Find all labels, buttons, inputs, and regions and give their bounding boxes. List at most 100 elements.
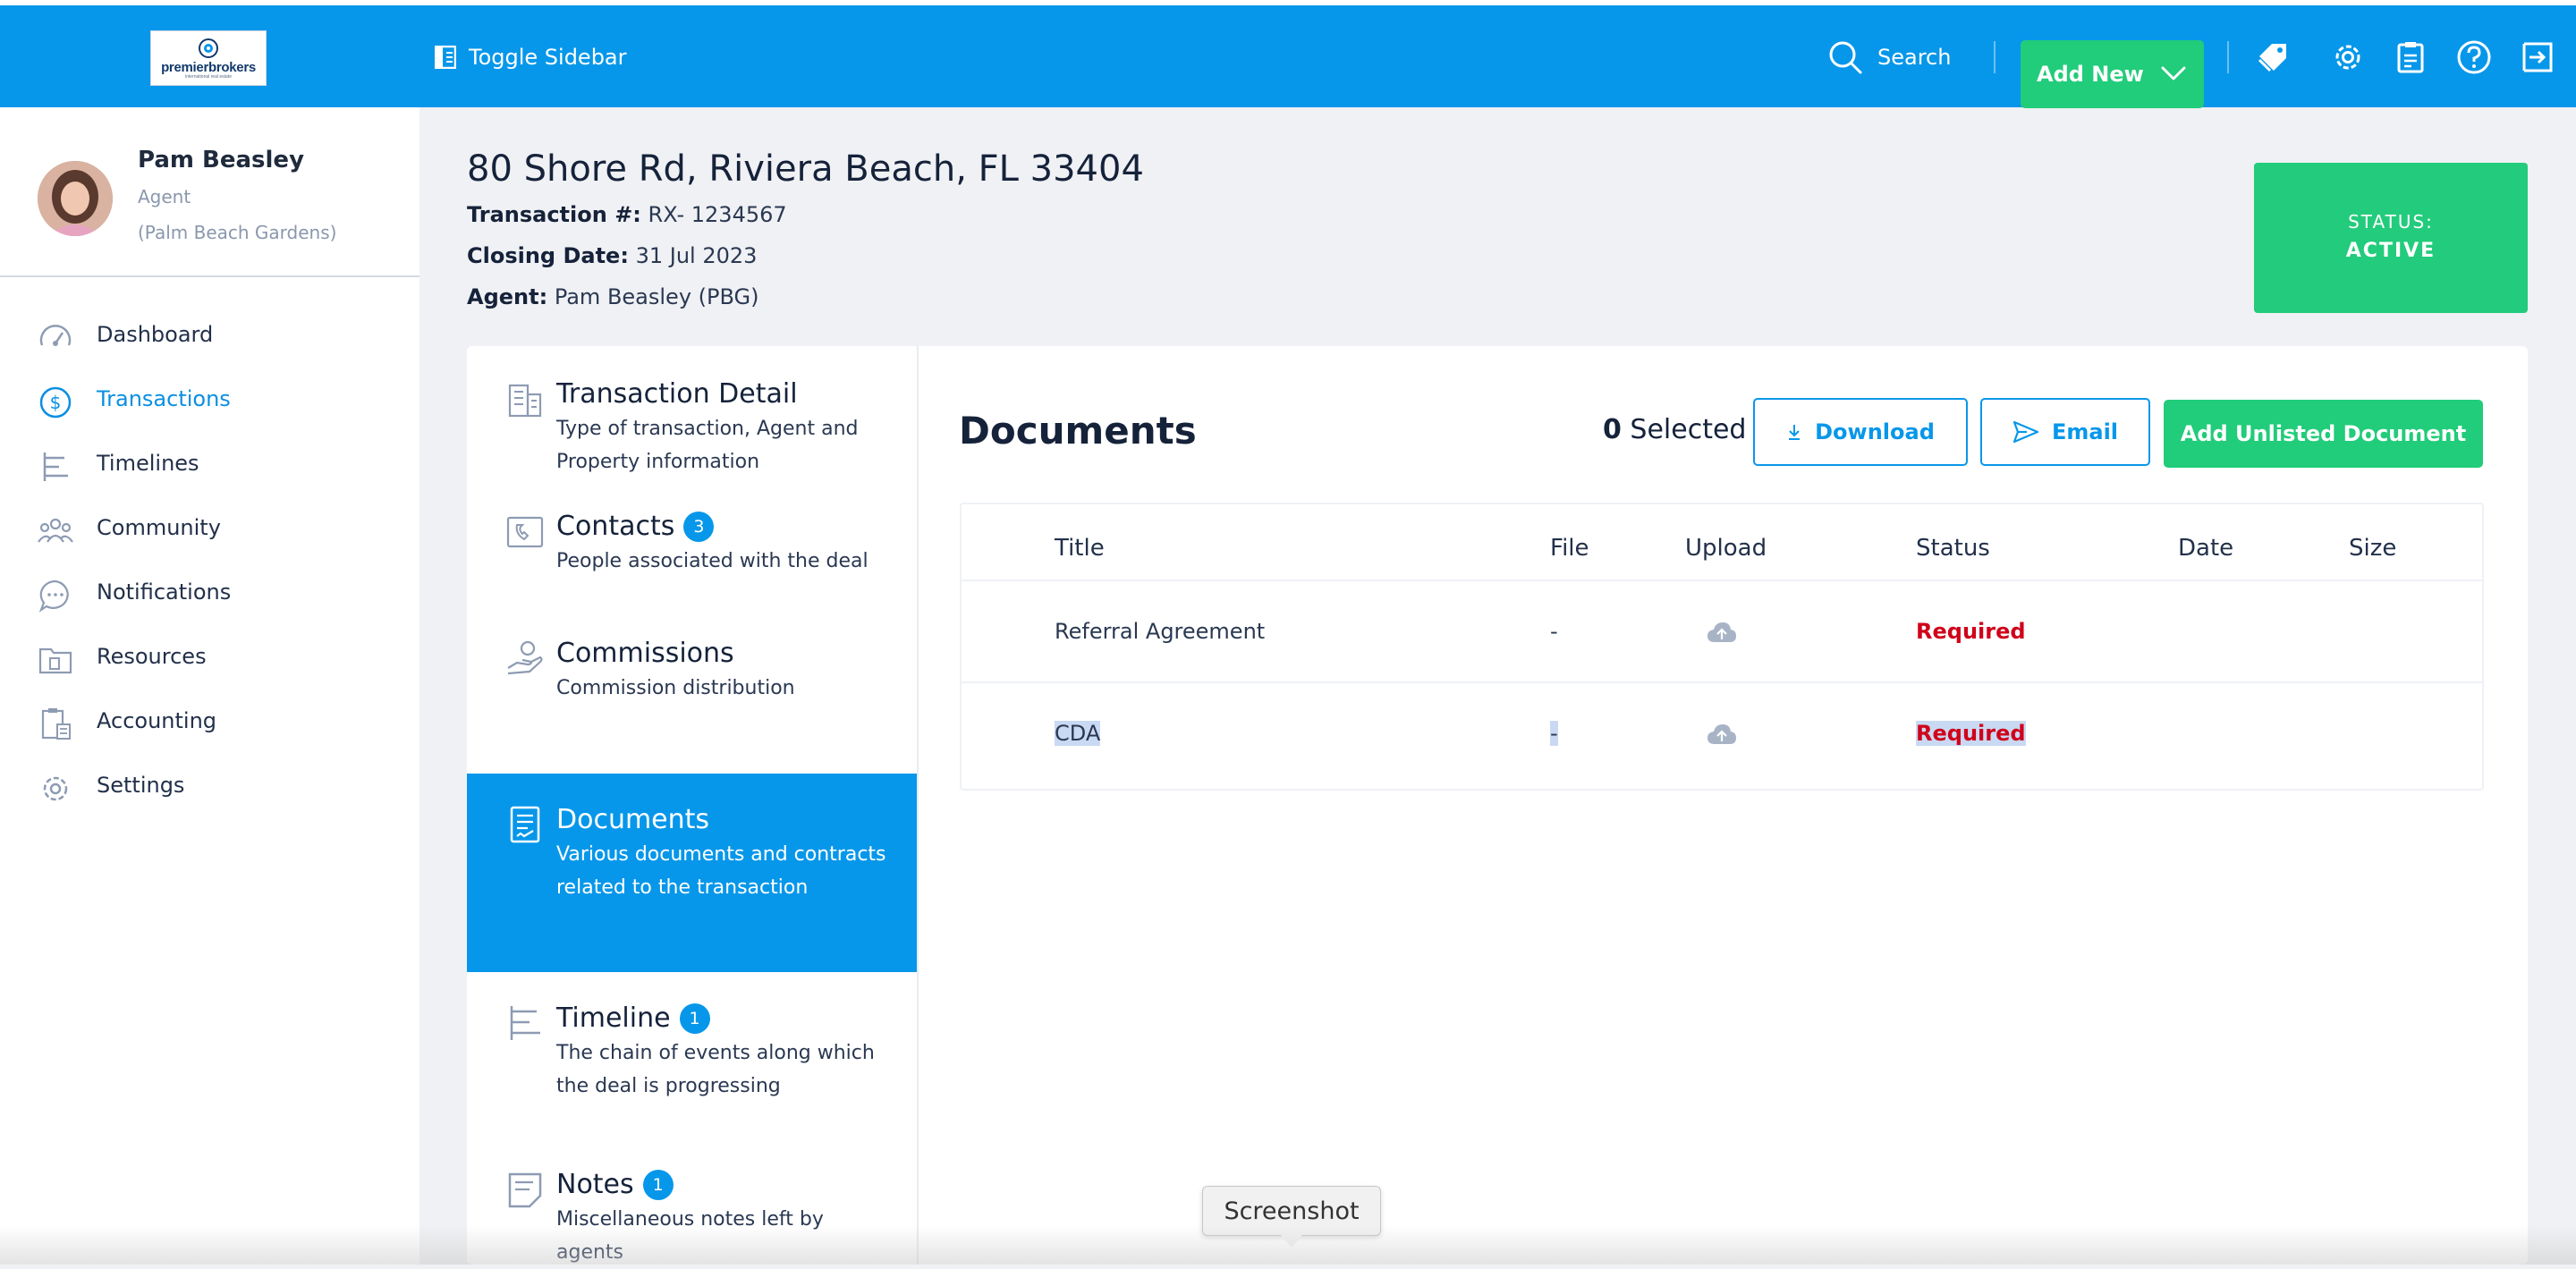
search-icon — [1829, 41, 1862, 74]
screenshot-tooltip: Screenshot — [1202, 1186, 1381, 1236]
user-office: (Palm Beach Gardens) — [138, 222, 337, 243]
table-divider — [962, 580, 2482, 581]
transaction-agent: Agent: Pam Beasley (PBG) — [467, 284, 758, 309]
tab-title-text: Transaction Detail — [556, 378, 798, 410]
tab-description: Type of transaction, Agent and Property … — [556, 418, 859, 473]
gear-icon — [43, 776, 68, 801]
avatar[interactable] — [38, 161, 113, 236]
toggle-sidebar-button[interactable]: Toggle Sidebar — [435, 39, 627, 75]
transaction-panel: Transaction Detail Type of transaction, … — [467, 346, 2528, 1265]
logout-icon[interactable] — [2519, 38, 2556, 76]
sidebar-item-label: Dashboard — [97, 322, 214, 347]
user-card: Pam Beasley Agent (Palm Beach Gardens) — [0, 107, 419, 277]
status-value: ACTIVE — [2345, 240, 2436, 262]
sidebar-item-notifications[interactable]: Notifications — [0, 562, 419, 626]
sidebar-item-label: Timelines — [97, 451, 199, 476]
sidebar-item-community[interactable]: Community — [0, 497, 419, 562]
agent-value: Pam Beasley (PBG) — [554, 284, 759, 309]
dashboard-gauge-icon — [39, 325, 72, 346]
document-file: - — [1550, 619, 1558, 644]
sidebar-item-accounting[interactable]: Accounting — [0, 690, 419, 755]
user-role: Agent — [138, 186, 191, 207]
add-new-dropdown-button[interactable]: Add New — [2021, 40, 2204, 108]
column-header-upload: Upload — [1685, 535, 1767, 562]
selected-count-label: Selected — [1630, 414, 1747, 445]
note-icon — [508, 1172, 542, 1208]
documents-title: Documents — [959, 409, 1197, 453]
sidebar-item-label: Community — [97, 515, 221, 540]
toggle-sidebar-label: Toggle Sidebar — [469, 45, 627, 70]
tab-transaction-detail[interactable]: Transaction Detail Type of transaction, … — [467, 346, 917, 478]
upload-cloud-icon[interactable] — [1707, 723, 1737, 746]
document-title[interactable]: Referral Agreement — [1055, 619, 1265, 644]
sidebar-nav: Dashboard $ Transactions Timelines Commu… — [0, 304, 419, 819]
building-icon — [508, 384, 542, 418]
document-status: Required — [1916, 721, 2026, 746]
sidebar-item-dashboard[interactable]: Dashboard — [0, 304, 419, 368]
avatar-image — [38, 161, 113, 236]
transaction-number-label: Transaction #: — [467, 202, 641, 227]
document-title-text: CDA — [1055, 721, 1101, 746]
count-badge: 1 — [679, 1003, 710, 1034]
agent-label: Agent: — [467, 284, 548, 309]
tab-title: Commissions — [556, 638, 734, 669]
tab-contacts[interactable]: Contacts 3 People associated with the de… — [467, 478, 917, 611]
transaction-tabs: Transaction Detail Type of transaction, … — [467, 346, 919, 1265]
closing-date-label: Closing Date: — [467, 243, 629, 268]
document-status: Required — [1916, 619, 2026, 644]
logo-text: premierbrokers — [161, 59, 256, 75]
search-button[interactable]: Search — [1827, 38, 1951, 77]
toolbar-divider — [2227, 41, 2229, 73]
tab-description: Commission distribution — [556, 677, 795, 699]
timeline-icon — [43, 453, 68, 481]
tab-documents[interactable]: Documents Various documents and contract… — [467, 774, 917, 972]
logo-subtext: international real estate — [185, 73, 232, 80]
tag-icon[interactable] — [2254, 38, 2292, 76]
sidebar-item-transactions[interactable]: $ Transactions — [0, 368, 419, 433]
sidebar-item-label: Notifications — [97, 580, 232, 605]
clipboard-icon[interactable] — [2392, 38, 2429, 76]
chevron-down-icon — [2161, 66, 2186, 80]
dollar-circle-icon: $ — [39, 386, 72, 419]
download-label: Download — [1815, 419, 1935, 444]
documents-table: Title File Upload Status Date Size Refer… — [960, 503, 2484, 791]
sidebar-item-label: Resources — [97, 644, 207, 669]
tab-title: Transaction Detail — [556, 378, 798, 410]
document-status-text: Required — [1916, 721, 2026, 746]
download-icon — [1789, 425, 1801, 440]
add-unlisted-label: Add Unlisted Document — [2180, 421, 2467, 446]
tab-description: Miscellaneous notes left by agents — [556, 1208, 824, 1264]
status-badge: STATUS: ACTIVE — [2254, 163, 2528, 313]
gear-icon[interactable] — [2329, 38, 2367, 76]
tab-notes[interactable]: Notes 1 Miscellaneous notes left by agen… — [467, 1138, 917, 1265]
sidebar-item-label: Accounting — [97, 708, 217, 733]
timeline-icon — [510, 1006, 540, 1040]
tab-commissions[interactable]: Commissions Commission distribution — [467, 611, 917, 743]
email-button[interactable]: Email — [1980, 398, 2150, 466]
sidebar-item-resources[interactable]: Resources — [0, 626, 419, 690]
document-title[interactable]: CDA — [1055, 721, 1101, 746]
tab-description: People associated with the deal — [556, 550, 869, 572]
document-icon — [510, 806, 540, 843]
sidebar-item-settings[interactable]: Settings — [0, 755, 419, 819]
help-icon[interactable] — [2455, 38, 2493, 76]
column-header-date: Date — [2178, 535, 2234, 562]
column-header-title: Title — [1055, 535, 1105, 562]
add-unlisted-document-button[interactable]: Add Unlisted Document — [2164, 400, 2483, 468]
toolbar-divider — [1994, 41, 1996, 73]
tab-timeline[interactable]: Timeline 1 The chain of events along whi… — [467, 972, 917, 1138]
svg-text:$: $ — [50, 392, 62, 413]
tab-title-text: Contacts — [556, 511, 675, 542]
transaction-number-value: RX- 1234567 — [648, 202, 787, 227]
accounting-icon — [41, 708, 71, 740]
tab-title-text: Notes — [556, 1169, 634, 1200]
send-icon — [2012, 420, 2039, 444]
tab-title: Timeline 1 — [556, 1003, 710, 1034]
download-button[interactable]: Download — [1753, 398, 1968, 466]
sidebar-item-timelines[interactable]: Timelines — [0, 433, 419, 497]
upload-cloud-icon[interactable] — [1707, 621, 1737, 644]
brand-logo[interactable]: premierbrokers international real estate — [150, 30, 267, 86]
tab-title-text: Documents — [556, 804, 710, 835]
table-divider — [962, 681, 2482, 683]
user-name: Pam Beasley — [138, 147, 305, 173]
